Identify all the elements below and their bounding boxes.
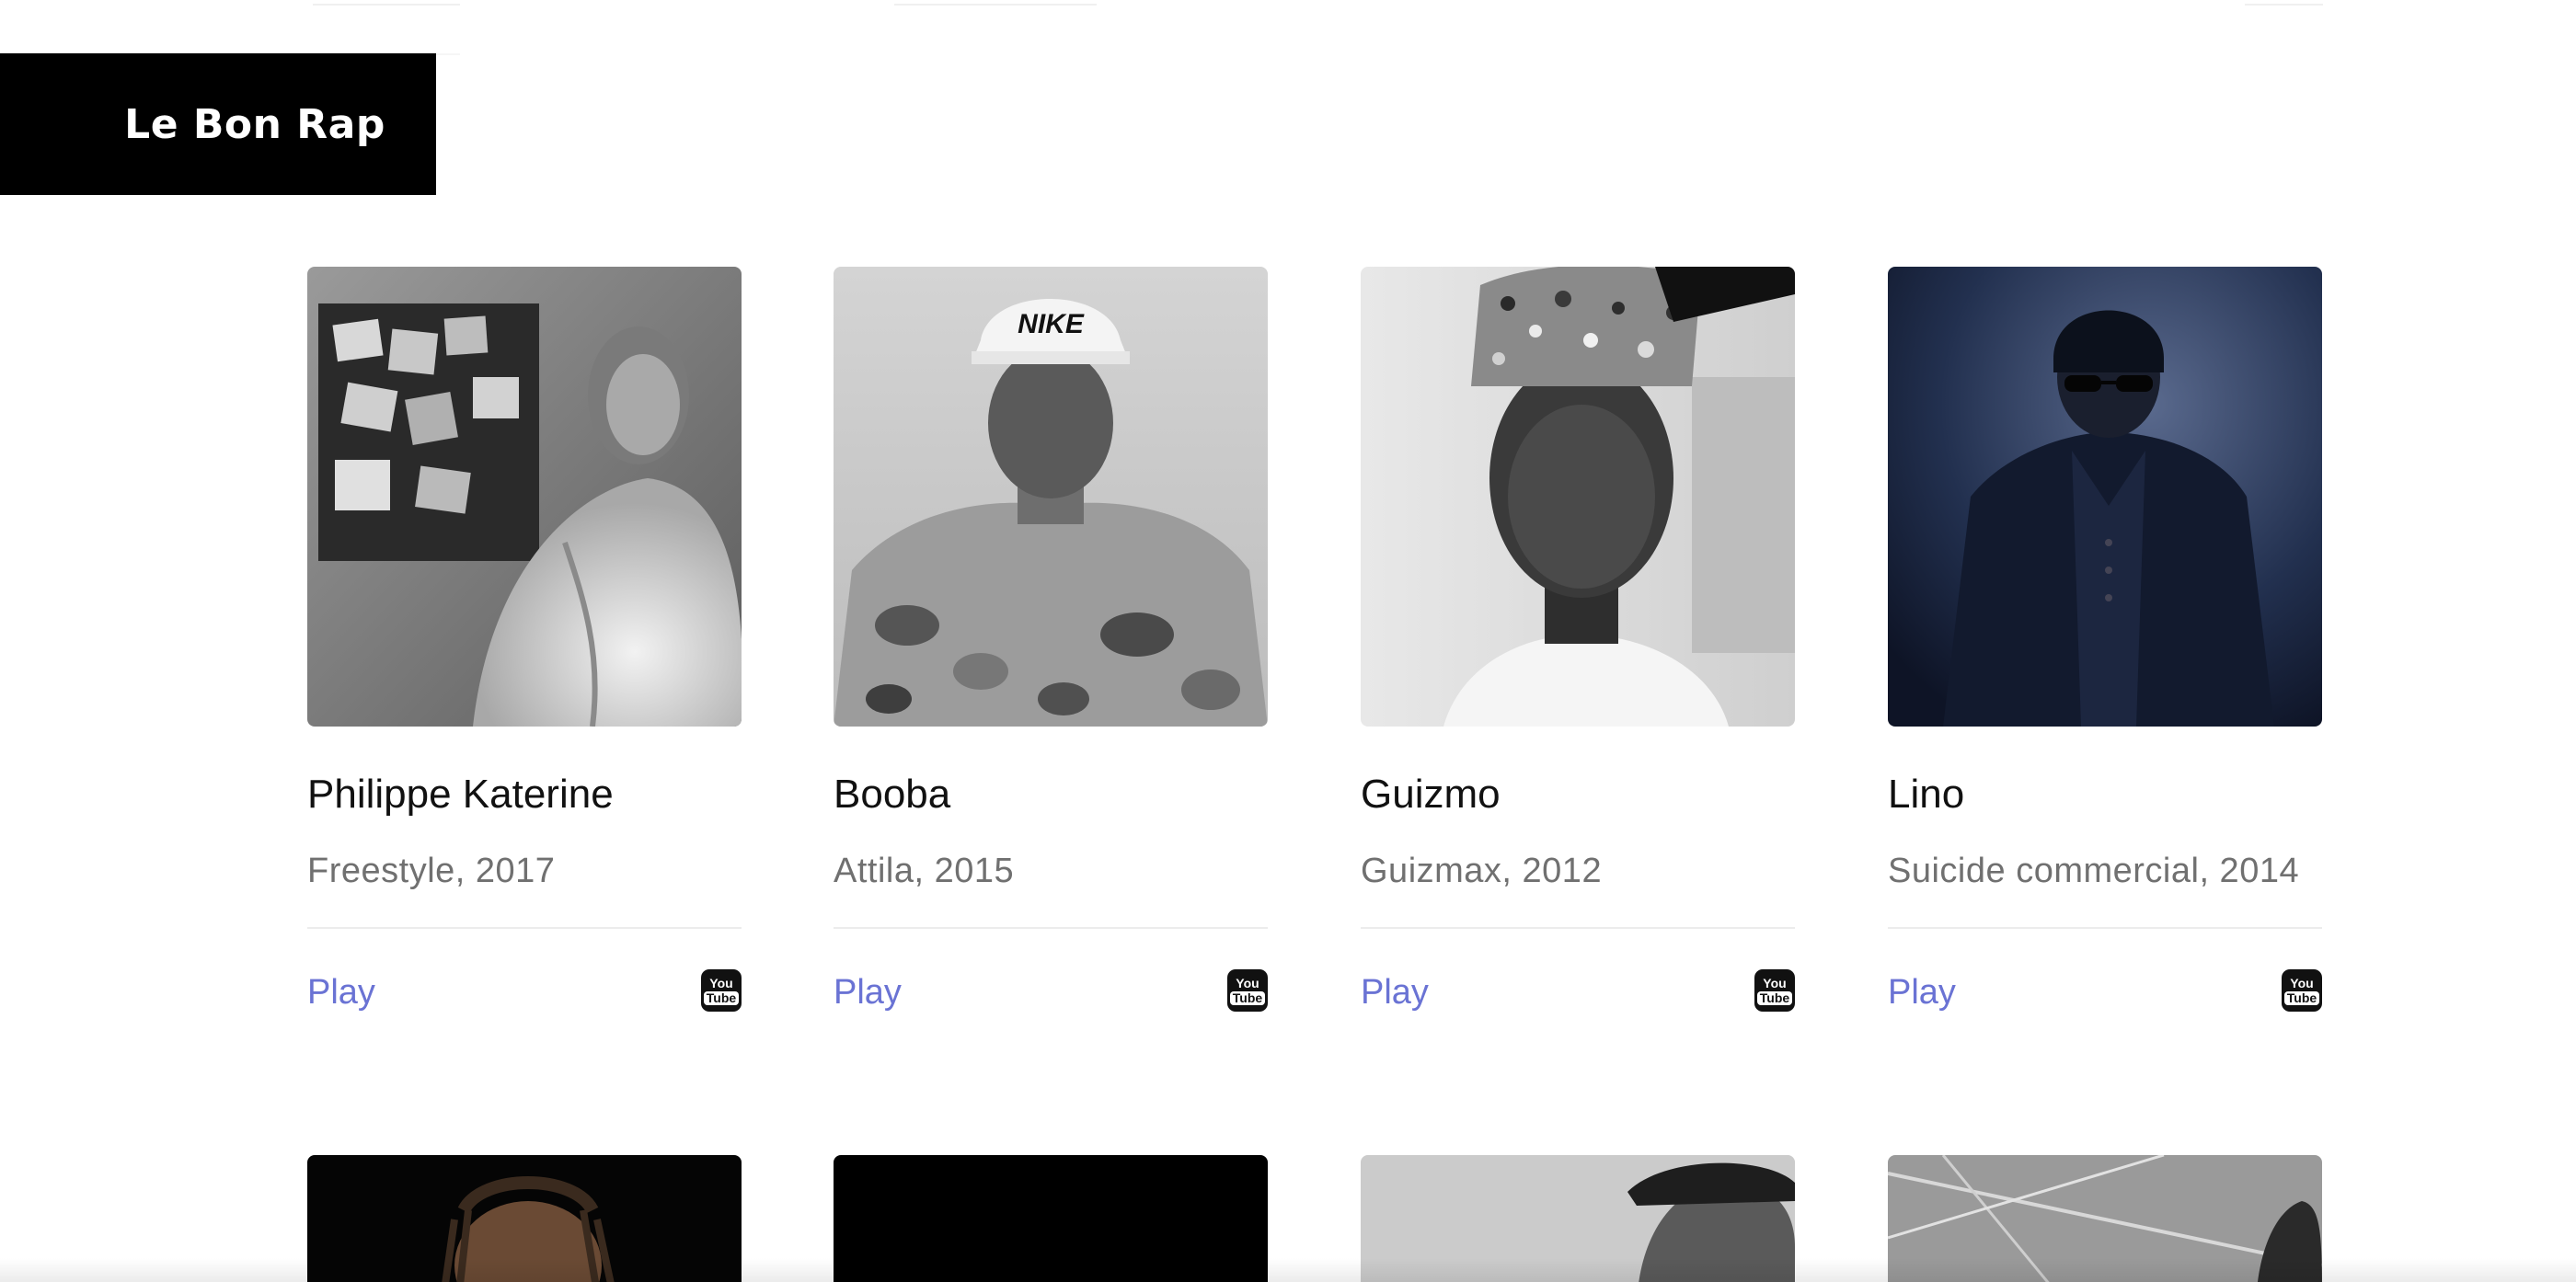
play-button[interactable]: Play xyxy=(307,971,375,1013)
divider xyxy=(2245,4,2323,6)
track-info: Suicide commercial, 2014 xyxy=(1888,852,2300,890)
artist-name: Guizmo xyxy=(1361,772,1501,817)
youtube-icon-bottom: Tube xyxy=(1229,990,1266,1005)
site-logo-text: Le Bon Rap xyxy=(124,100,385,148)
card-actions: Play You Tube xyxy=(1888,969,2322,1013)
track-info: Freestyle, 2017 xyxy=(307,852,556,890)
card-actions: Play You Tube xyxy=(834,969,1268,1013)
card-actions: Play You Tube xyxy=(1361,969,1795,1013)
artist-photo-image xyxy=(307,1155,742,1282)
artist-card: Lino Suicide commercial, 2014 Play You T… xyxy=(1888,267,2322,1013)
play-button[interactable]: Play xyxy=(1888,971,1956,1013)
youtube-icon-top: You xyxy=(709,975,733,990)
youtube-icon-top: You xyxy=(1763,975,1787,990)
artist-name: Lino xyxy=(1888,772,1965,817)
play-button[interactable]: Play xyxy=(834,971,902,1013)
artist-card: NIKE Booba Attila, 2015 Play You Tube xyxy=(834,267,1268,1013)
youtube-icon[interactable]: You Tube xyxy=(701,969,742,1012)
divider xyxy=(834,927,1268,929)
artist-name: Philippe Katerine xyxy=(307,772,614,817)
artist-photo-image xyxy=(307,267,742,727)
artist-photo-image xyxy=(834,1155,1268,1282)
youtube-icon-top: You xyxy=(2290,975,2314,990)
artist-photo-image xyxy=(1361,267,1795,727)
site-logo[interactable]: Le Bon Rap xyxy=(0,53,436,195)
artist-card: Philippe Katerine Freestyle, 2017 Play Y… xyxy=(307,267,742,1013)
play-button[interactable]: Play xyxy=(1361,971,1429,1013)
artist-photo[interactable] xyxy=(307,1155,742,1282)
card-actions: Play You Tube xyxy=(307,969,742,1013)
track-info: Attila, 2015 xyxy=(834,852,1015,890)
artist-photo[interactable] xyxy=(1361,1155,1795,1282)
artist-photo[interactable] xyxy=(834,1155,1268,1282)
artist-photo[interactable] xyxy=(1888,267,2322,727)
artist-photo-image xyxy=(1888,267,2322,727)
artist-photo-image xyxy=(1888,1155,2322,1282)
page: Le Bon Rap Philippe Katerine Freestyle, … xyxy=(0,0,2576,1282)
artist-photo[interactable] xyxy=(1361,267,1795,727)
artist-card: Guizmo Guizmax, 2012 Play You Tube xyxy=(1361,267,1795,1013)
youtube-icon-bottom: Tube xyxy=(703,990,740,1005)
artist-photo[interactable] xyxy=(1888,1155,2322,1282)
youtube-icon-bottom: Tube xyxy=(2283,990,2320,1005)
youtube-icon[interactable]: You Tube xyxy=(1754,969,1795,1012)
youtube-icon-bottom: Tube xyxy=(1756,990,1793,1005)
artist-photo[interactable] xyxy=(307,267,742,727)
divider xyxy=(307,927,742,929)
artist-name: Booba xyxy=(834,772,951,817)
divider xyxy=(1888,927,2322,929)
artist-photo[interactable]: NIKE xyxy=(834,267,1268,727)
artist-photo-image: NIKE xyxy=(834,267,1268,727)
divider xyxy=(1361,927,1795,929)
divider xyxy=(313,4,460,6)
youtube-icon-top: You xyxy=(1236,975,1259,990)
youtube-icon[interactable]: You Tube xyxy=(1227,969,1268,1012)
youtube-icon[interactable]: You Tube xyxy=(2282,969,2322,1012)
track-info: Guizmax, 2012 xyxy=(1361,852,1603,890)
divider xyxy=(894,4,1097,6)
svg-text:NIKE: NIKE xyxy=(1018,309,1085,339)
artist-photo-image xyxy=(1361,1155,1795,1282)
